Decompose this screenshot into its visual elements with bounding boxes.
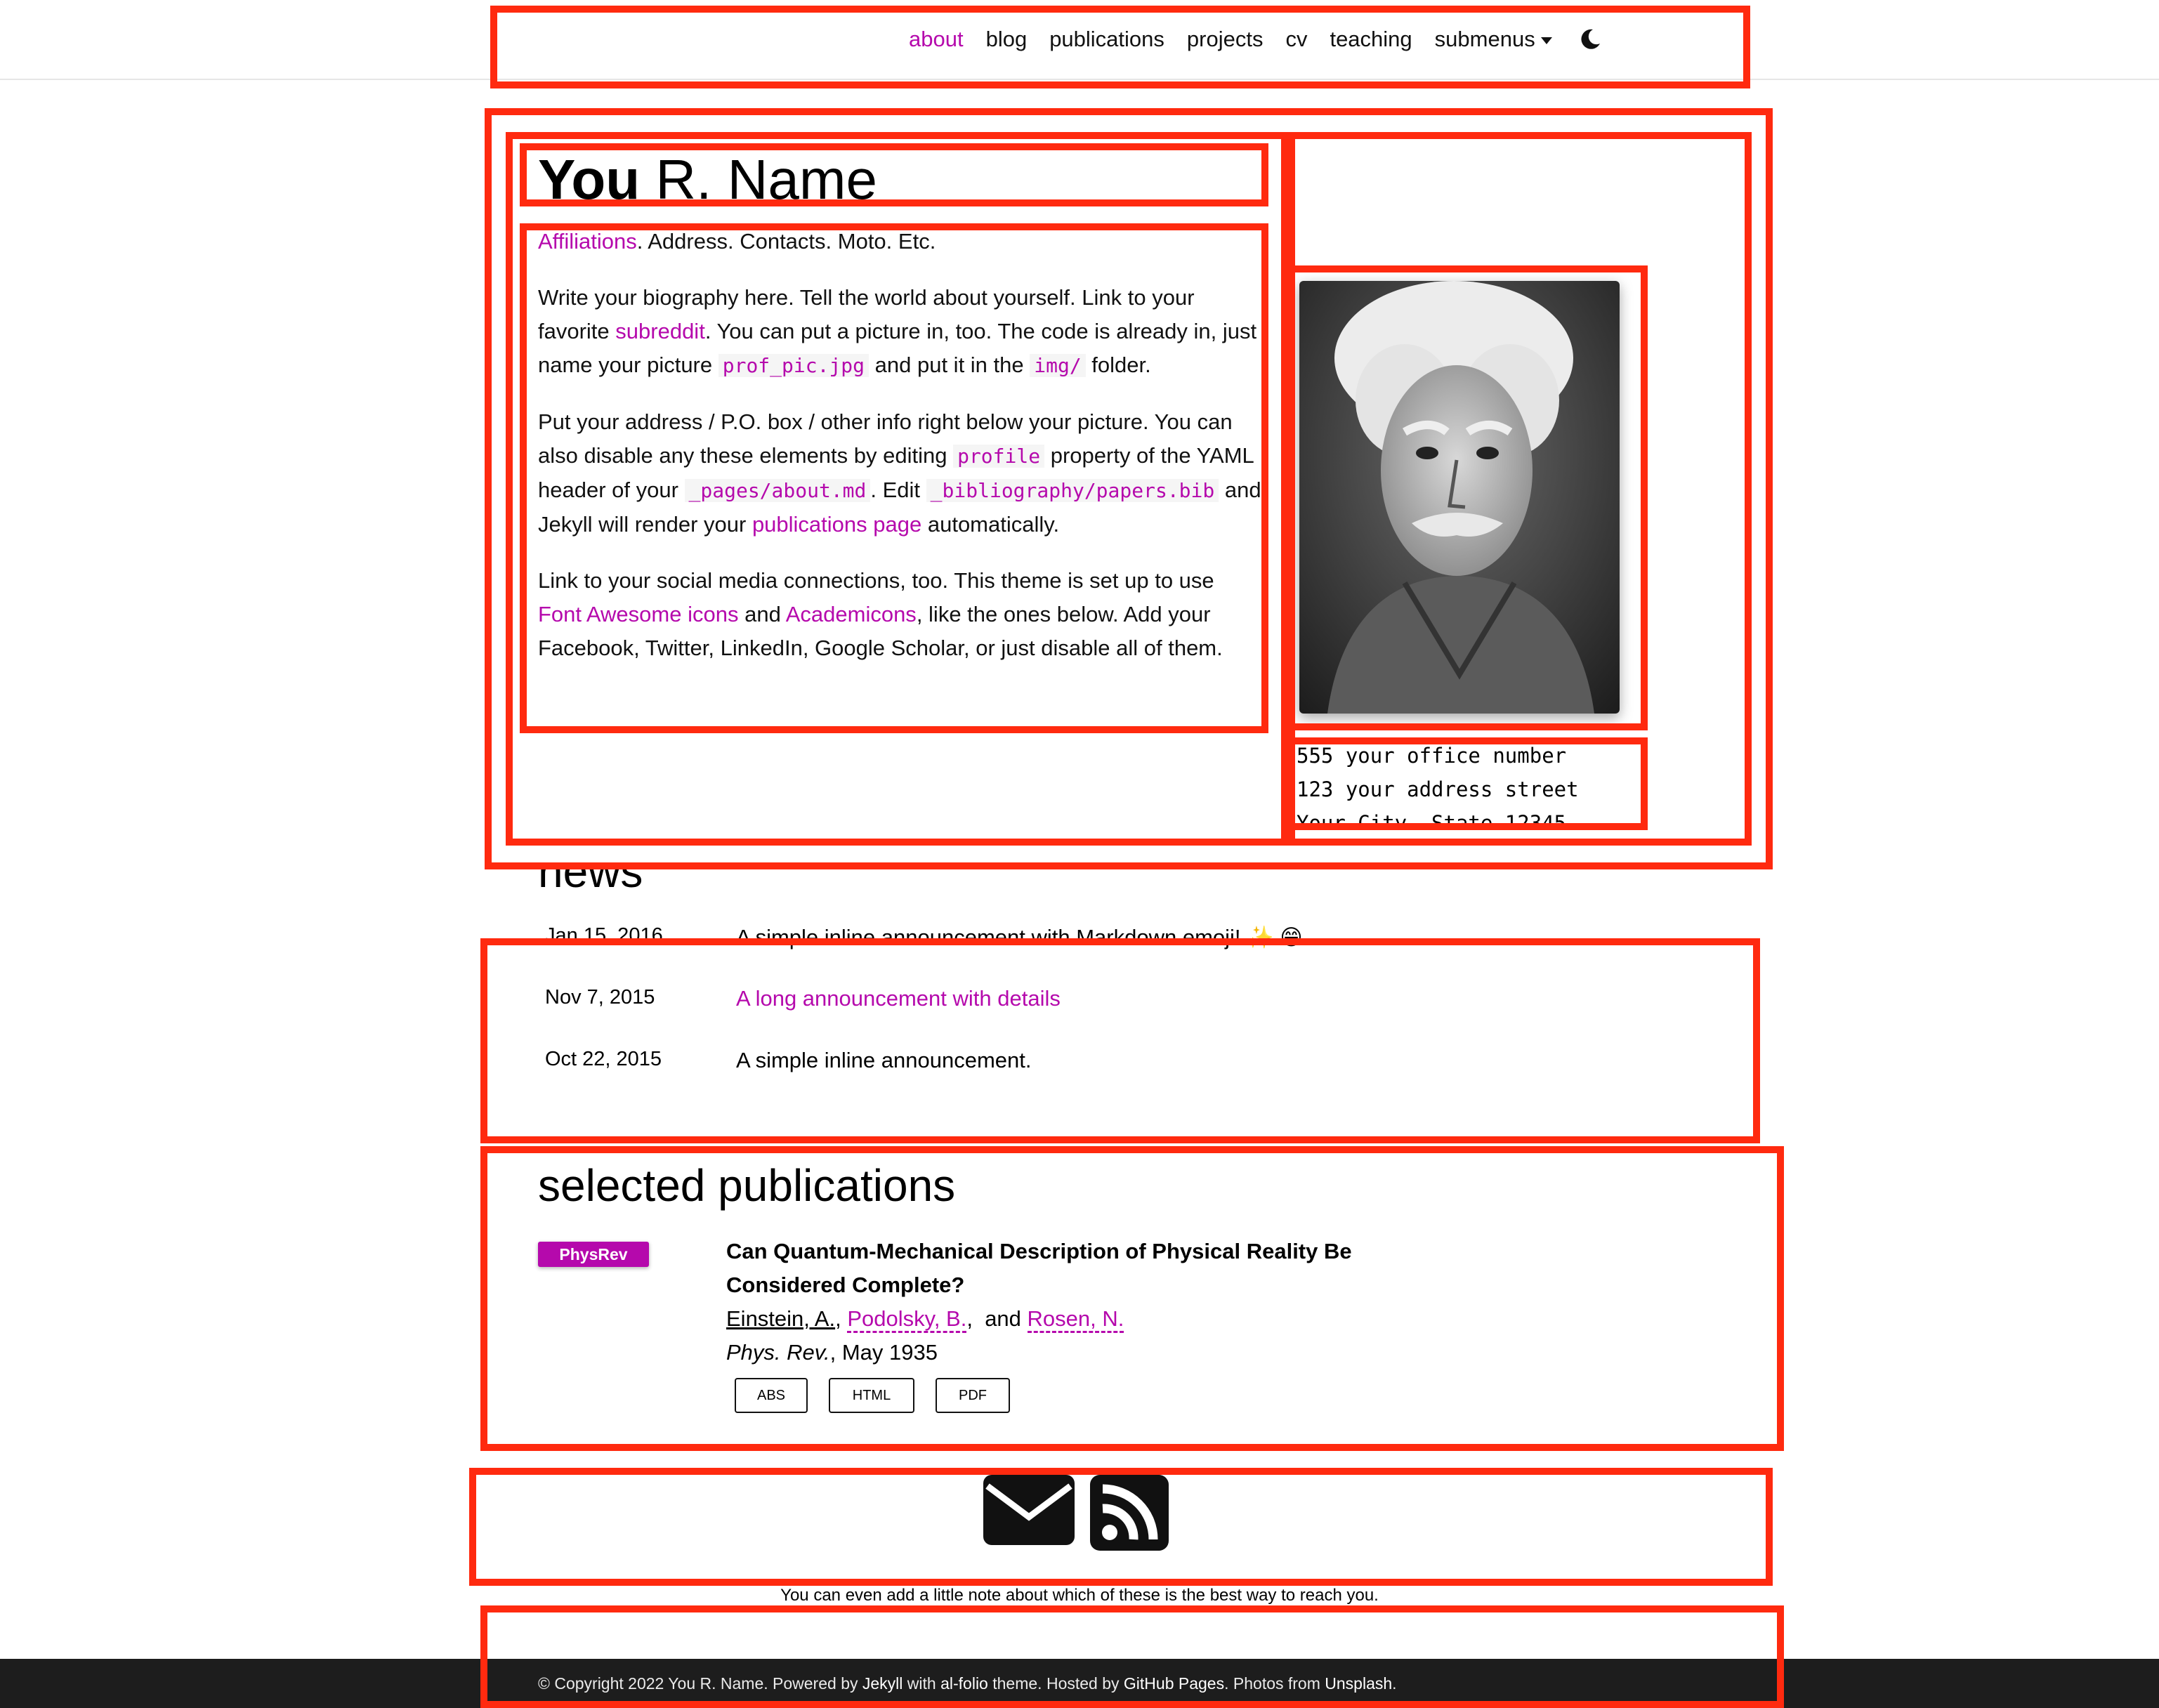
nav-about[interactable]: about xyxy=(909,24,964,55)
bio-paragraph-3: Link to your social media connections, t… xyxy=(538,564,1261,665)
publications-heading: selected publications xyxy=(538,1160,956,1211)
nav-cv[interactable]: cv xyxy=(1285,24,1307,55)
footer-text: © Copyright 2022 You R. Name. Powered by… xyxy=(538,1674,1397,1693)
page-title: You R. Name xyxy=(538,146,877,214)
navbar: about blog publications projects cv teac… xyxy=(0,0,2159,80)
author-podolsky-link[interactable]: Podolsky, B. xyxy=(847,1306,967,1333)
caret-down-icon xyxy=(1540,37,1552,44)
news-date: Jan 15, 2016 xyxy=(545,924,663,947)
bio-text: folder. xyxy=(1085,353,1151,377)
nav-teaching[interactable]: teaching xyxy=(1330,24,1412,55)
address-line-3: Your City, State 12345 xyxy=(1297,811,1567,825)
nav-publications[interactable]: publications xyxy=(1049,24,1164,55)
abs-button[interactable]: ABS xyxy=(735,1378,808,1413)
news-link[interactable]: A long announcement with details xyxy=(736,986,1061,1011)
publication-venue: Phys. Rev., May 1935 xyxy=(726,1340,938,1365)
publication-title-line-2: Considered Complete? xyxy=(726,1273,965,1297)
bio-text: and put it in the xyxy=(869,353,1030,377)
footer: © Copyright 2022 You R. Name. Powered by… xyxy=(0,1659,2159,1708)
code-papers-bib: _bibliography/papers.bib xyxy=(926,479,1219,502)
github-pages-link[interactable]: GitHub Pages xyxy=(1124,1674,1224,1693)
social-links xyxy=(983,1475,1169,1551)
news-heading: news xyxy=(538,846,643,893)
nav-menu: about blog publications projects cv teac… xyxy=(909,24,1601,55)
footer-copy: . Photos from xyxy=(1224,1674,1325,1693)
profile-address: 555 your office number 123 your address s… xyxy=(1297,739,1599,825)
nav-blog[interactable]: blog xyxy=(986,24,1028,55)
journal-badge: PhysRev xyxy=(538,1242,649,1267)
jekyll-link[interactable]: Jekyll xyxy=(862,1674,903,1693)
bio-paragraph-2: Put your address / P.O. box / other info… xyxy=(538,405,1261,541)
bio-paragraph-1: Write your biography here. Tell the worl… xyxy=(538,281,1261,383)
news-text: A simple inline announcement with Markdo… xyxy=(736,925,1303,950)
news-date: Nov 7, 2015 xyxy=(545,986,655,1009)
address-line-2: 123 your address street xyxy=(1297,777,1579,801)
code-profile: profile xyxy=(953,445,1045,468)
profile-picture xyxy=(1299,281,1620,714)
news-date: Oct 22, 2015 xyxy=(545,1048,662,1070)
address-line-1: 555 your office number xyxy=(1297,744,1567,768)
author-and: and xyxy=(985,1306,1021,1331)
subreddit-link[interactable]: subreddit xyxy=(615,319,705,343)
al-folio-link[interactable]: al-folio xyxy=(940,1674,988,1693)
bio-text: and xyxy=(738,602,786,626)
publication-entry: Can Quantum-Mechanical Description of Ph… xyxy=(726,1235,1358,1413)
envelope-icon[interactable] xyxy=(983,1475,1075,1545)
footer-copy: . xyxy=(1392,1674,1397,1693)
nav-submenus-label: submenus xyxy=(1434,27,1535,51)
moon-icon[interactable] xyxy=(1579,28,1601,51)
news-text: A simple inline announcement. xyxy=(736,1048,1032,1072)
title-rest: R. Name xyxy=(655,148,878,211)
nav-submenus-dropdown[interactable]: submenus xyxy=(1435,24,1552,55)
author-rosen-link[interactable]: Rosen, N. xyxy=(1027,1306,1124,1333)
affiliations-text: . Address. Contacts. Moto. Etc. xyxy=(636,229,936,254)
publications-page-link[interactable]: publications page xyxy=(752,512,921,537)
journal-name: Phys. Rev. xyxy=(726,1340,830,1365)
publication-title-line-1: Can Quantum-Mechanical Description of Ph… xyxy=(726,1239,1352,1263)
unsplash-link[interactable]: Unsplash xyxy=(1325,1674,1392,1693)
nav-projects[interactable]: projects xyxy=(1187,24,1264,55)
footer-copy: © Copyright 2022 You R. Name. Powered by xyxy=(538,1674,862,1693)
bio-text: . Edit xyxy=(870,478,926,502)
footer-copy: theme. Hosted by xyxy=(987,1674,1124,1693)
code-img-folder: img/ xyxy=(1030,354,1086,377)
publication-buttons: ABS HTML PDF xyxy=(735,1378,1358,1413)
publication-title: Can Quantum-Mechanical Description of Ph… xyxy=(726,1235,1358,1302)
overlay-box-news xyxy=(480,938,1760,1143)
bio-text: Link to your social media connections, t… xyxy=(538,568,1214,593)
title-first: You xyxy=(538,148,641,211)
html-button[interactable]: HTML xyxy=(829,1378,914,1413)
bio-text: automatically. xyxy=(921,512,1060,537)
publication-date: May 1935 xyxy=(841,1340,938,1365)
code-about-md: _pages/about.md xyxy=(684,479,871,502)
font-awesome-link[interactable]: Font Awesome icons xyxy=(538,602,738,626)
footer-copy: with xyxy=(903,1674,941,1693)
pdf-button[interactable]: PDF xyxy=(936,1378,1010,1413)
bio: Affiliations. Address. Contacts. Moto. E… xyxy=(538,225,1261,688)
publication-authors: Einstein, A., Podolsky, B., and Rosen, N… xyxy=(726,1302,1358,1336)
contact-note: You can even add a little note about whi… xyxy=(780,1586,1379,1605)
affiliations-link[interactable]: Affiliations xyxy=(538,229,637,254)
rss-icon[interactable] xyxy=(1090,1475,1169,1551)
author-einstein: Einstein, A. xyxy=(726,1306,836,1331)
academicons-link[interactable]: Academicons xyxy=(786,602,917,626)
code-prof-pic: prof_pic.jpg xyxy=(718,354,869,377)
